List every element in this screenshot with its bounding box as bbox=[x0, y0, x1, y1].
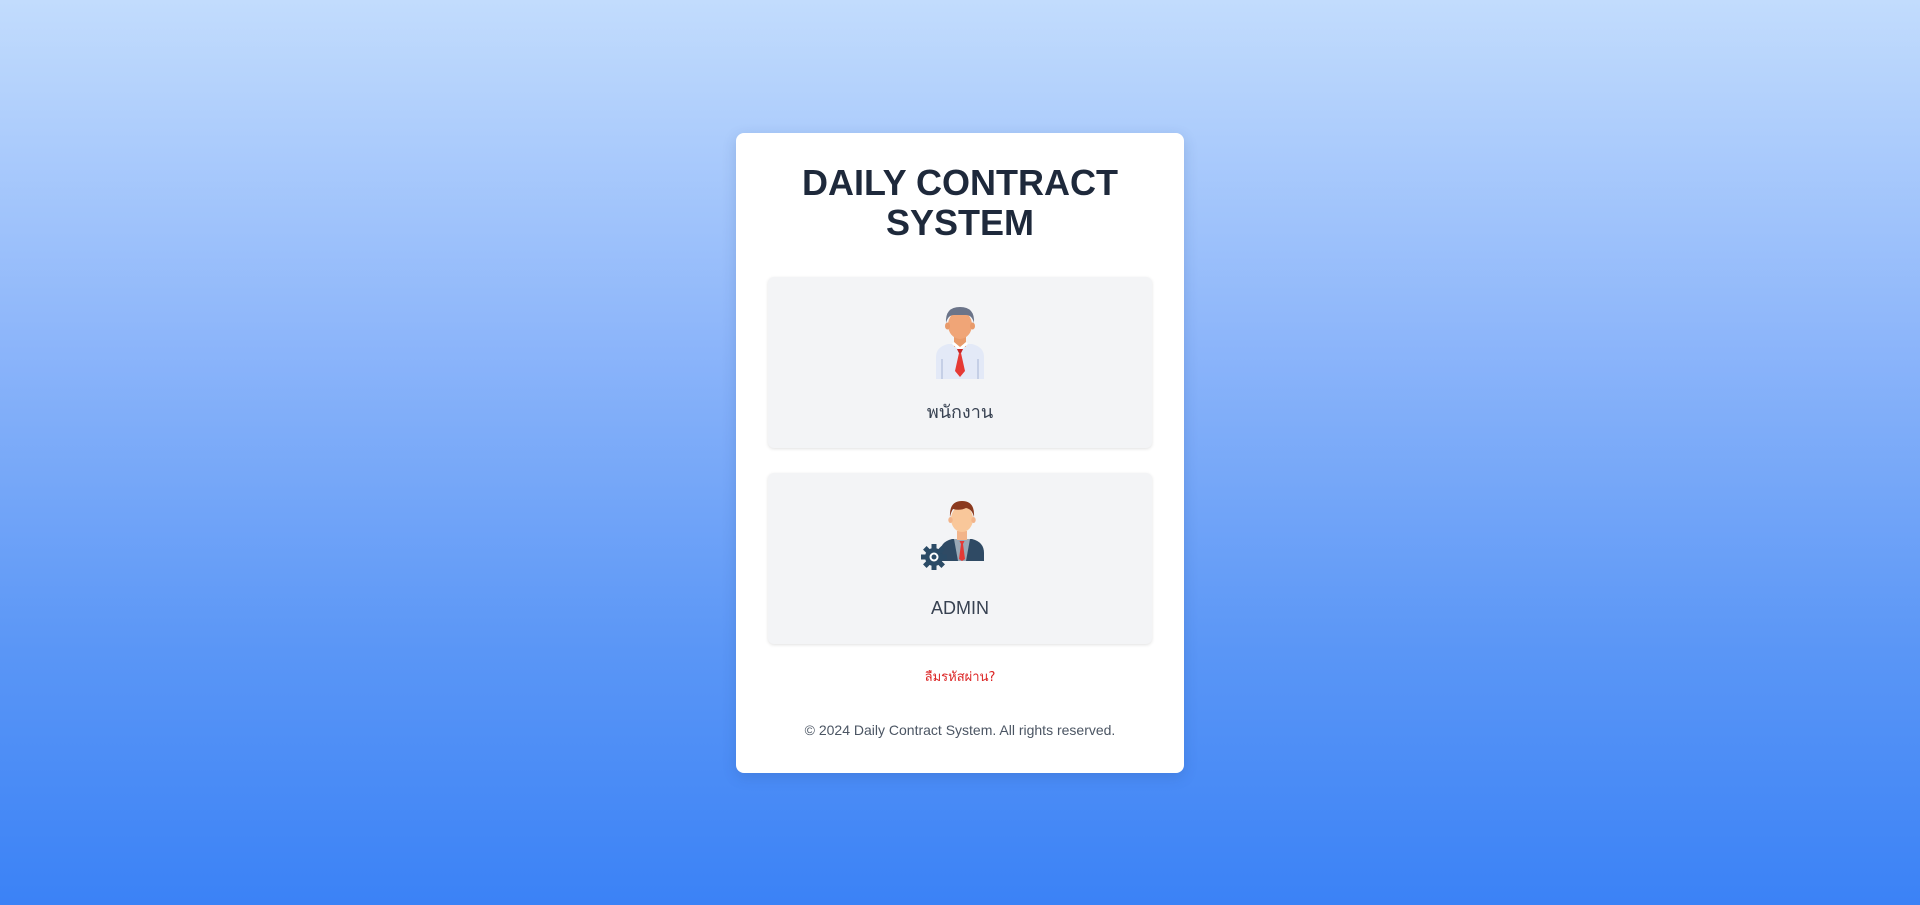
admin-icon bbox=[921, 501, 984, 570]
footer-copyright: © 2024 Daily Contract System. All rights… bbox=[804, 722, 1116, 738]
admin-role-button[interactable]: ADMIN bbox=[768, 473, 1152, 644]
forgot-password-link[interactable]: ลืมรหัสผ่าน? bbox=[736, 669, 1184, 687]
employee-icon bbox=[936, 307, 984, 379]
employee-role-label: พนักงาน bbox=[926, 402, 994, 422]
login-card: DAILY CONTRACT SYSTEM พนักงาน ADMIN ลืมร… bbox=[736, 133, 1184, 773]
employee-role-button[interactable]: พนักงาน bbox=[768, 277, 1152, 448]
admin-role-label: ADMIN bbox=[931, 598, 989, 618]
page-title: DAILY CONTRACT SYSTEM bbox=[801, 162, 1119, 243]
